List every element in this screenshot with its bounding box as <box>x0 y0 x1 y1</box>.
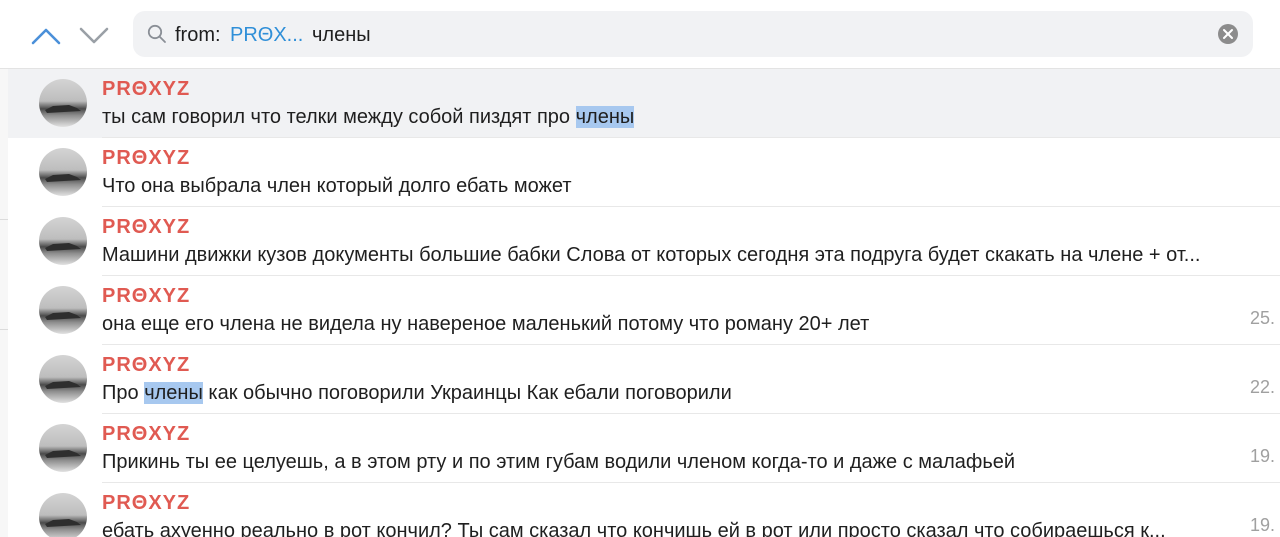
message-snippet: она еще его члена не видела ну навереное… <box>102 313 870 335</box>
sender-name: PRΘXYZ <box>102 354 191 376</box>
message-snippet: Что она выбрала член который долго ебать… <box>102 175 572 197</box>
avatar <box>39 355 87 403</box>
sender-name: PRΘXYZ <box>102 78 191 100</box>
previous-result-button[interactable] <box>30 20 62 52</box>
avatar <box>39 493 87 537</box>
search-match-highlight: члены <box>144 382 203 404</box>
chevron-down-icon <box>79 27 109 44</box>
search-result-row[interactable]: PRΘXYZ ебать ахуенно реально в рот кончи… <box>8 483 1280 537</box>
message-date: 22. <box>1250 377 1276 397</box>
message-snippet: ты сам говорил что телки между собой пиз… <box>102 106 635 128</box>
message-date: 19. <box>1250 515 1276 535</box>
sender-name: PRΘXYZ <box>102 147 191 169</box>
left-panel-divider <box>0 219 8 220</box>
message-date: 19. <box>1250 446 1276 466</box>
avatar <box>39 286 87 334</box>
search-result-row[interactable]: PRΘXYZ Машини движки кузов документы бол… <box>8 207 1280 276</box>
search-result-row[interactable]: PRΘXYZ Прикинь ты ее целуешь, а в этом р… <box>8 414 1280 483</box>
search-icon <box>147 24 166 43</box>
left-panel-edge <box>0 69 8 537</box>
search-match-highlight: члены <box>575 106 635 128</box>
avatar <box>39 79 87 127</box>
search-field[interactable]: from: PRΘX... члены <box>133 11 1253 57</box>
message-snippet: ебать ахуенно реально в рот кончил? Ты с… <box>102 520 1166 537</box>
chevron-up-icon <box>31 28 61 45</box>
sender-name: PRΘXYZ <box>102 423 191 445</box>
avatar <box>39 217 87 265</box>
message-snippet: Прикинь ты ее целуешь, а в этом рту и по… <box>102 451 1016 473</box>
search-result-row[interactable]: PRΘXYZ Что она выбрала член который долг… <box>8 138 1280 207</box>
message-snippet: Машини движки кузов документы большие ба… <box>102 244 1201 266</box>
search-query-text[interactable]: члены <box>312 24 371 47</box>
clear-search-icon[interactable] <box>1217 23 1239 45</box>
search-result-row[interactable]: PRΘXYZ ты сам говорил что телки между со… <box>8 69 1280 138</box>
search-header: from: PRΘX... члены <box>0 0 1280 69</box>
sender-name: PRΘXYZ <box>102 216 191 238</box>
next-result-button[interactable] <box>78 20 110 52</box>
search-result-row[interactable]: PRΘXYZ Про члены как обычно поговорили У… <box>8 345 1280 414</box>
sender-name: PRΘXYZ <box>102 492 191 514</box>
search-result-row[interactable]: PRΘXYZ она еще его члена не видела ну на… <box>8 276 1280 345</box>
avatar <box>39 424 87 472</box>
avatar <box>39 148 87 196</box>
message-date: 25. <box>1250 308 1276 328</box>
sender-name: PRΘXYZ <box>102 285 191 307</box>
left-panel-divider <box>0 329 8 330</box>
message-snippet: Про члены как обычно поговорили Украинцы… <box>102 382 732 404</box>
search-results-list: PRΘXYZ ты сам говорил что телки между со… <box>8 69 1280 537</box>
from-filter-chip[interactable]: PRΘX... <box>230 24 303 47</box>
from-filter-label: from: <box>175 24 221 46</box>
